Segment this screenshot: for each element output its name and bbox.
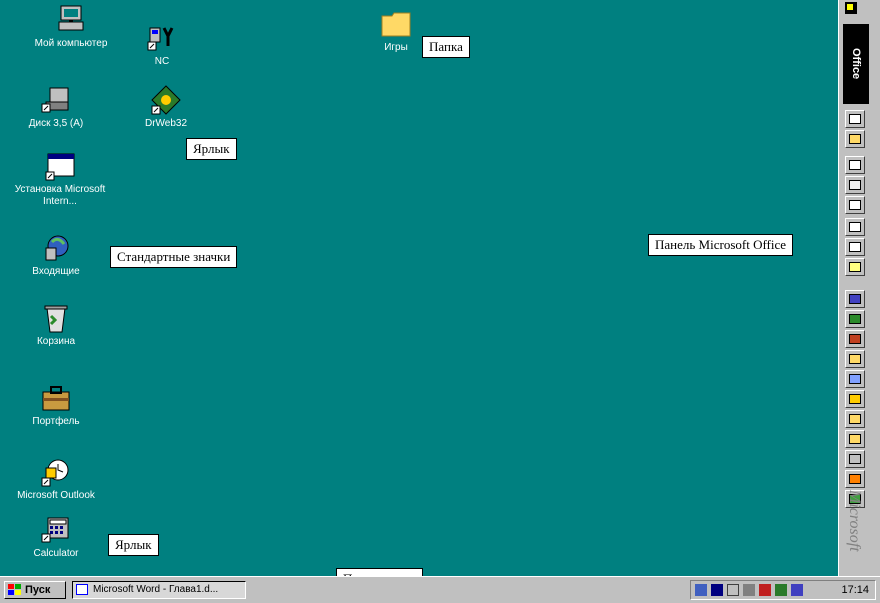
tray-network-icon[interactable] [743, 584, 755, 596]
callout-office-panel: Панель Microsoft Office [648, 234, 794, 256]
office-task-button[interactable] [845, 196, 865, 214]
office-bar-brand: Microsoft [846, 490, 863, 552]
computer-icon [55, 4, 87, 36]
desktop-icon-recycle-bin[interactable]: Корзина [8, 302, 104, 348]
taskbar-clock[interactable]: 17:14 [841, 584, 869, 596]
callout-folder: Папка [422, 36, 470, 58]
desktop-icon-label: Microsoft Outlook [17, 490, 95, 501]
callout-shortcut-bottom: Ярлык [108, 534, 159, 556]
office-open-document-button[interactable] [845, 130, 865, 148]
office-shortcut-bar: Office Microsoft [838, 0, 880, 576]
desktop-icon-floppy[interactable]: Диск 3,5 (A) [8, 84, 104, 130]
tray-card-icon[interactable] [759, 584, 771, 596]
desktop-icon-calculator[interactable]: Calculator [4, 514, 108, 560]
tray-language-icon[interactable] [711, 584, 723, 596]
taskbar-button-label: Microsoft Word - Глава1.d... [93, 584, 219, 595]
drweb-shortcut-icon [150, 84, 182, 116]
nc-icon [146, 22, 178, 54]
desktop-icon-label: Мой компьютер [34, 38, 108, 49]
office-send-button[interactable] [845, 156, 865, 174]
briefcase-icon [40, 382, 72, 414]
tray-shield-icon[interactable] [695, 584, 707, 596]
office-excel-button[interactable] [845, 310, 865, 328]
desktop-icon-outlook[interactable]: Microsoft Outlook [4, 456, 108, 502]
outlook-shortcut-icon [40, 456, 72, 488]
desktop-icon-my-computer[interactable]: Мой компьютер [16, 4, 126, 50]
office-note-button[interactable] [845, 258, 865, 276]
folder-icon [380, 8, 412, 40]
desktop-icon-label: Диск 3,5 (A) [28, 118, 84, 129]
desktop-icon-nc[interactable]: NC [132, 22, 192, 68]
calculator-shortcut-icon [40, 514, 72, 546]
desktop-icon-label: DrWeb32 [144, 118, 188, 129]
desktop-icon-ms-internet-setup[interactable]: Установка Microsoft Intern... [6, 150, 114, 208]
desktop-icon-label: Установка Microsoft Intern... [14, 184, 106, 207]
desktop-icon-drweb32[interactable]: DrWeb32 [128, 84, 204, 130]
desktop-icon-label: Игры [384, 42, 408, 53]
office-camera-button[interactable] [845, 450, 865, 468]
taskbar: Пуск Microsoft Word - Глава1.d... 17:14 [0, 576, 880, 603]
tray-speaker-icon[interactable] [727, 584, 739, 596]
taskbar-button-word[interactable]: Microsoft Word - Глава1.d... [72, 581, 246, 599]
recycle-bin-icon [40, 302, 72, 334]
desktop: Мой компьютер NC Игры Диск 3,5 (A) DrWeb… [0, 0, 838, 590]
desktop-icon-label: NC [154, 56, 170, 67]
desktop-icon-briefcase[interactable]: Портфель [8, 382, 104, 428]
office-contact-button[interactable] [845, 218, 865, 236]
office-powerpoint-button[interactable] [845, 330, 865, 348]
office-binder-button[interactable] [845, 370, 865, 388]
office-journal-button[interactable] [845, 238, 865, 256]
office-bookshelf-button[interactable] [845, 410, 865, 428]
desktop-icon-label: Входящие [32, 266, 80, 277]
start-button[interactable]: Пуск [4, 581, 66, 599]
office-bar-title[interactable]: Office [843, 24, 869, 104]
office-appointment-button[interactable] [845, 176, 865, 194]
word-document-icon [76, 584, 88, 595]
system-tray: 17:14 [690, 580, 876, 600]
office-bar-control-icon[interactable] [845, 2, 857, 14]
office-photo-button[interactable] [845, 430, 865, 448]
office-schedule-button[interactable] [845, 390, 865, 408]
windows-flag-icon [8, 584, 22, 596]
office-word-button[interactable] [845, 290, 865, 308]
tray-drweb-icon[interactable] [775, 584, 787, 596]
desktop-icon-games-folder[interactable]: Игры [368, 8, 424, 54]
inbox-icon [40, 232, 72, 264]
start-button-label: Пуск [25, 584, 51, 596]
desktop-icon-label: Корзина [36, 336, 76, 347]
desktop-icon-label: Calculator [33, 548, 79, 559]
desktop-icon-inbox[interactable]: Входящие [8, 232, 104, 278]
tray-word-icon[interactable] [791, 584, 803, 596]
floppy-drive-shortcut-icon [40, 84, 72, 116]
office-new-document-button[interactable] [845, 110, 865, 128]
callout-standard-icons: Стандартные значки [110, 246, 238, 268]
desktop-icon-label: Портфель [32, 416, 80, 427]
office-access-button[interactable] [845, 350, 865, 368]
setup-window-shortcut-icon [44, 150, 76, 182]
office-outlook-button[interactable] [845, 470, 865, 488]
callout-shortcut-top: Ярлык [186, 138, 237, 160]
